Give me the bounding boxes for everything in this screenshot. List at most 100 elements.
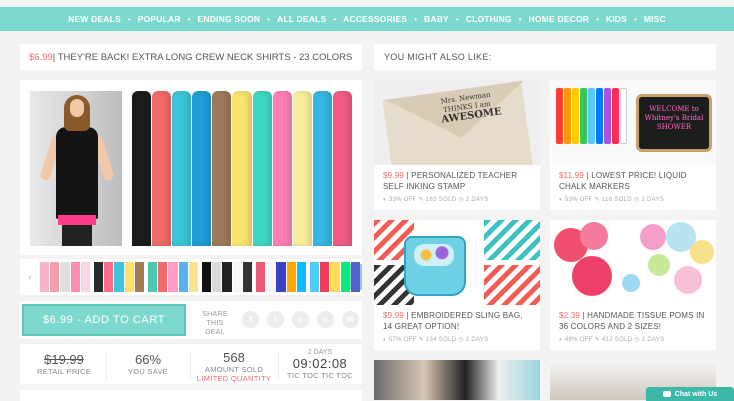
email-icon[interactable]: ✉ xyxy=(342,311,359,328)
nav-item-ending-soon[interactable]: ENDING SOON xyxy=(198,14,261,24)
nav-item-home-decor[interactable]: HOME DECOR xyxy=(529,14,590,24)
card-meta: ◐ 57% OFF ✎ 134 SOLD ◷ 2 DAYS xyxy=(383,337,489,343)
card-title: $9.99 | PERSONALIZED TEACHER SELF INKING… xyxy=(383,171,532,192)
thumbnail-3[interactable] xyxy=(148,262,198,292)
nav-separator: • xyxy=(333,14,337,24)
chalk-marker xyxy=(588,88,595,144)
share-label-line2: THIS DEAL xyxy=(205,320,225,336)
nav-item-kids[interactable]: KIDS xyxy=(606,14,627,24)
thumbnail-4[interactable] xyxy=(202,262,252,292)
card-image-stamp: Mrs. Newman THINKS I am AWESOME xyxy=(374,80,540,165)
thumbnail-2[interactable] xyxy=(94,262,144,292)
card-meta: ◐ 48% OFF ✎ 412 SOLD ◷ 2 DAYS xyxy=(559,337,665,343)
copy-link-icon[interactable]: c xyxy=(317,311,334,328)
facebook-icon[interactable]: f xyxy=(242,311,259,328)
thumbnail-5[interactable] xyxy=(256,262,306,292)
nav-item-baby[interactable]: BABY xyxy=(424,14,449,24)
shirt-color-swatch xyxy=(292,91,312,246)
card-price: $9.99 xyxy=(383,311,405,320)
chat-bubble-icon xyxy=(662,391,671,397)
card-image-poms xyxy=(550,220,716,305)
deal-price: $6.99 xyxy=(29,51,53,63)
thumbnail-prev-arrow-icon[interactable]: ‹ xyxy=(22,264,38,290)
card-price: $11.99 xyxy=(559,171,585,180)
countdown-stat: 2 DAYS 09:02:08 TIC TOC TIC TOC xyxy=(280,344,360,384)
cart-share-bar: $6.99 - ADD TO CART SHARE THIS DEAL f t … xyxy=(20,301,362,339)
card-price: $9.99 xyxy=(383,171,405,180)
card-title: $2.39 | HANDMADE TISSUE POMS IN 36 COLOR… xyxy=(559,311,708,332)
nav-separator: • xyxy=(127,14,131,24)
thumbnail-strip: ‹ › xyxy=(20,259,362,295)
nav-item-new-deals[interactable]: NEW DEALS xyxy=(68,14,121,24)
card-image-sling xyxy=(374,220,540,305)
chalk-marker xyxy=(580,88,587,144)
shirt-color-swatch xyxy=(212,91,232,246)
deal-card-chalk-markers[interactable]: WELCOME to Whitney's Bridal SHOWER $11.9… xyxy=(550,80,716,210)
bottom-panel xyxy=(20,390,362,401)
nav-item-accessories[interactable]: ACCESSORIES xyxy=(343,14,407,24)
card-title-text: | EMBROIDERED SLING BAG, 14 GREAT OPTION… xyxy=(383,311,523,331)
nav-item-clothing[interactable]: CLOTHING xyxy=(466,14,512,24)
nav-separator: • xyxy=(187,14,191,24)
product-photo-colors[interactable] xyxy=(132,91,352,246)
thumbnail-6[interactable] xyxy=(310,262,360,292)
shirt-color-swatch xyxy=(152,91,172,246)
add-to-cart-button[interactable]: $6.99 - ADD TO CART xyxy=(22,304,186,336)
card-meta: ◐ 53% OFF ✎ 116 SOLD ◷ 2 DAYS xyxy=(559,197,665,203)
retail-price-label: RETAIL PRICE xyxy=(36,367,92,376)
amount-sold-label: AMOUNT SOLD xyxy=(204,365,264,374)
deal-stats: $19.99 RETAIL PRICE 66% YOU SAVE 568 AMO… xyxy=(20,344,362,384)
card-title-text: | HANDMADE TISSUE POMS IN 36 COLORS AND … xyxy=(559,311,705,331)
card-title: $11.99 | LOWEST PRICE! LIQUID CHALK MARK… xyxy=(559,171,708,192)
limited-quantity-label: LIMITED QUANTITY xyxy=(196,374,272,383)
card-image-chalk: WELCOME to Whitney's Bridal SHOWER xyxy=(550,80,716,165)
savings-stat: 66% YOU SAVE xyxy=(110,344,186,384)
nav-separator: • xyxy=(455,14,459,24)
card-title: $9.99 | EMBROIDERED SLING BAG, 14 GREAT … xyxy=(383,311,532,332)
deal-card-partial-left[interactable] xyxy=(374,360,540,400)
chat-label: Chat with Us xyxy=(674,390,718,398)
nav-separator: • xyxy=(596,14,599,24)
nav-item-all-deals[interactable]: ALL DEALS xyxy=(277,14,326,24)
nav-separator: • xyxy=(414,14,418,24)
chalk-marker xyxy=(556,88,563,144)
shirt-color-swatch xyxy=(312,91,332,246)
countdown-timer: 09:02:08 xyxy=(292,356,348,371)
chalk-marker xyxy=(572,88,579,144)
countdown-days: 2 DAYS xyxy=(307,349,333,356)
chalk-marker xyxy=(604,88,611,144)
card-price: $2.39 xyxy=(559,311,581,320)
also-like-heading: YOU MIGHT ALSO LIKE: xyxy=(374,44,716,70)
deal-card-teacher-stamp[interactable]: Mrs. Newman THINKS I am AWESOME $9.99 | … xyxy=(374,80,540,210)
chalk-marker xyxy=(596,88,603,144)
savings-value: 66% xyxy=(134,352,162,367)
shirt-color-swatch xyxy=(192,91,212,246)
nav-item-misc[interactable]: MISC xyxy=(644,14,666,24)
chalk-marker xyxy=(612,88,619,144)
shirt-color-swatch xyxy=(272,91,292,246)
deal-card-sling-bag[interactable]: $9.99 | EMBROIDERED SLING BAG, 14 GREAT … xyxy=(374,220,540,350)
shirt-color-swatch xyxy=(252,91,272,246)
card-title-text: | PERSONALIZED TEACHER SELF INKING STAMP xyxy=(383,171,518,191)
card-meta: ◐ 33% OFF ✎ 163 SOLD ◷ 2 DAYS xyxy=(383,197,489,203)
deal-title-text: | THEY'RE BACK! EXTRA LONG CREW NECK SHI… xyxy=(52,51,353,63)
retail-price-stat: $19.99 RETAIL PRICE xyxy=(26,344,102,384)
countdown-label: TIC TOC TIC TOC xyxy=(287,371,353,380)
deal-title: $6.99 | THEY'RE BACK! EXTRA LONG CREW NE… xyxy=(20,44,362,70)
product-gallery xyxy=(20,80,362,255)
amount-sold-stat: 568 AMOUNT SOLD LIMITED QUANTITY xyxy=(194,344,274,384)
deal-card-tissue-poms[interactable]: $2.39 | HANDMADE TISSUE POMS IN 36 COLOR… xyxy=(550,220,716,350)
shirt-color-swatch xyxy=(132,91,152,246)
nav-item-popular[interactable]: POPULAR xyxy=(138,14,181,24)
share-label: SHARE THIS DEAL xyxy=(197,310,233,337)
chat-button[interactable]: Chat with Us xyxy=(646,387,734,401)
welcome-sign: WELCOME to Whitney's Bridal SHOWER xyxy=(636,94,712,152)
nav-separator: • xyxy=(518,14,522,24)
chalk-marker xyxy=(620,88,627,144)
thumbnail-1[interactable] xyxy=(40,262,90,292)
twitter-icon[interactable]: t xyxy=(267,311,284,328)
pinterest-icon[interactable]: p xyxy=(292,311,309,328)
share-label-line1: SHARE xyxy=(202,311,228,318)
product-photo-model[interactable] xyxy=(30,91,122,246)
nav-separator: • xyxy=(634,14,637,24)
